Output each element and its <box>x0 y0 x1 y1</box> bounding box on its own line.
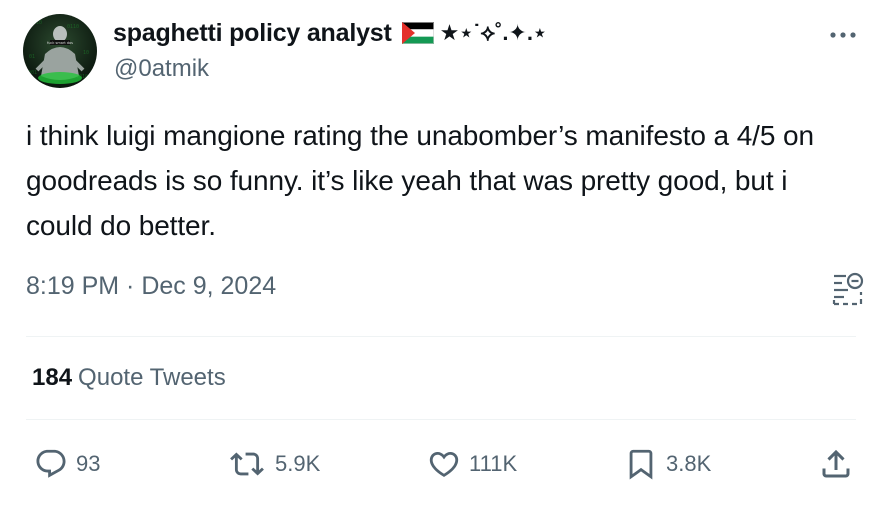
tweet-timestamp[interactable]: 8:19 PM · Dec 9, 2024 <box>26 272 276 301</box>
avatar[interactable]: 101100110 100111010 0110 fuck smart dos <box>23 14 97 88</box>
translate-button[interactable] <box>830 270 866 308</box>
bookmark-icon <box>629 449 653 480</box>
share-button[interactable] <box>818 444 854 484</box>
tweet-time[interactable]: 8:19 PM <box>26 272 119 301</box>
divider <box>26 419 856 420</box>
quote-tweets-link[interactable]: 184 Quote Tweets <box>32 364 226 392</box>
tweet-text: i think luigi mangione rating the unabom… <box>26 120 814 241</box>
retweet-count: 5.9K <box>275 451 321 476</box>
like-button[interactable]: 111K <box>427 444 517 484</box>
tweet-card: 101100110 100111010 0110 fuck smart dos … <box>0 0 882 508</box>
bookmark-count: 3.8K <box>666 451 712 476</box>
timestamp-separator: · <box>119 272 142 300</box>
name-sparkles: ★⋆˙⟡˚.✦.⋆ <box>439 20 547 45</box>
display-name[interactable]: spaghetti policy analyst <box>113 19 392 48</box>
author-name-row[interactable]: spaghetti policy analyst ★⋆˙⟡˚.✦.⋆ <box>113 17 547 49</box>
avatar-image: 101100110 100111010 0110 fuck smart dos <box>25 20 89 84</box>
retweet-button[interactable]: 5.9K <box>227 444 320 484</box>
heart-icon <box>429 451 459 477</box>
divider <box>26 336 856 337</box>
author-handle[interactable]: @0atmik <box>114 55 209 83</box>
tweet-date[interactable]: Dec 9, 2024 <box>141 272 276 301</box>
svg-text:01: 01 <box>29 54 35 60</box>
translate-icon <box>832 272 864 306</box>
more-options-button[interactable] <box>826 18 860 52</box>
reply-icon <box>36 449 66 478</box>
svg-text:0110: 0110 <box>67 24 79 30</box>
avatar-caption: fuck smart dos <box>47 41 73 45</box>
svg-text:10110: 10110 <box>27 20 42 26</box>
bookmark-button[interactable]: 3.8K <box>624 444 711 484</box>
svg-text:10: 10 <box>83 50 89 56</box>
svg-text:1001: 1001 <box>25 70 37 76</box>
like-count: 111K <box>469 451 518 476</box>
share-icon <box>822 449 850 478</box>
retweet-icon <box>230 452 264 476</box>
reply-count: 93 <box>76 451 101 476</box>
quote-tweets-count: 184 <box>32 364 73 391</box>
palestine-flag-icon <box>401 22 434 44</box>
quote-tweets-label: Quote Tweets <box>78 364 226 391</box>
more-horizontal-icon <box>830 32 856 38</box>
reply-button[interactable]: 93 <box>34 444 100 484</box>
